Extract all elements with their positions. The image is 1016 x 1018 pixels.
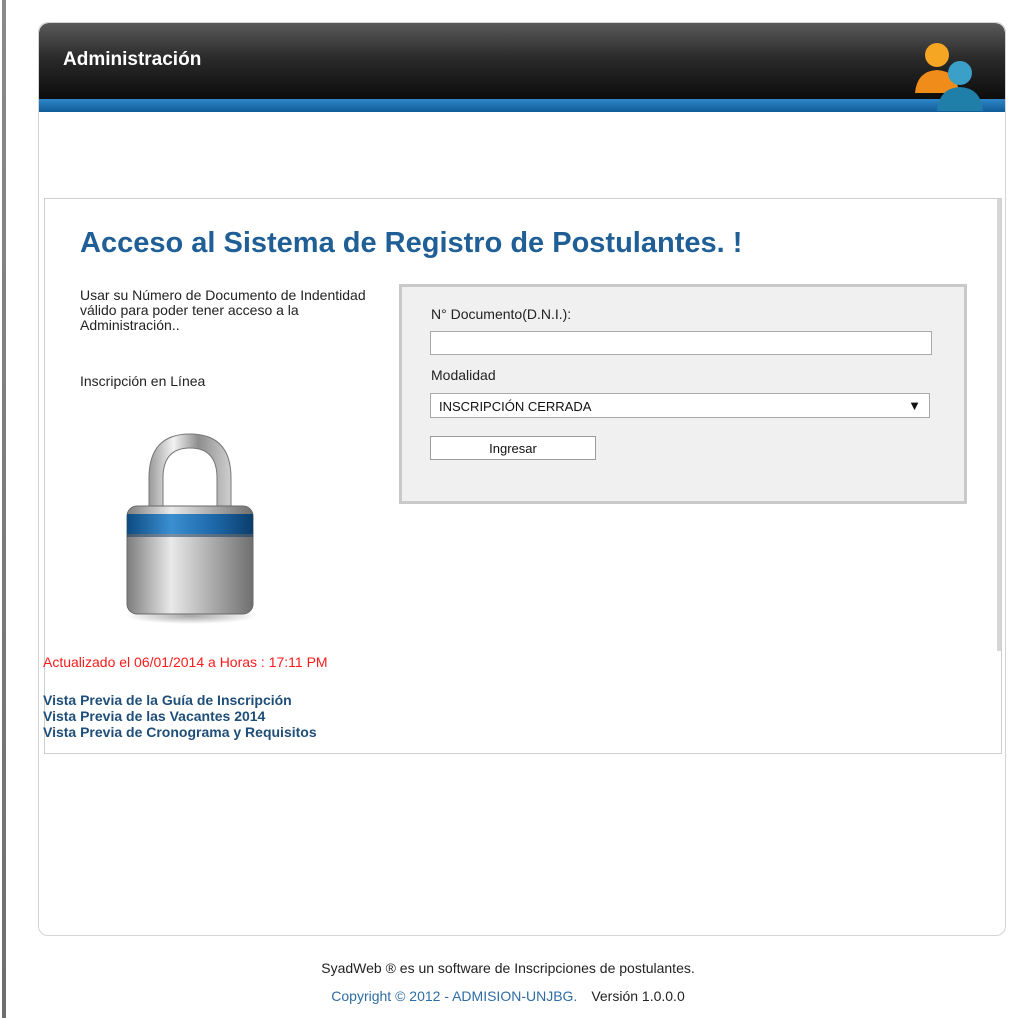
version-text: Versión 1.0.0.0 [591,988,685,1004]
header-accent-stripe [39,99,1005,112]
users-icon [915,43,983,111]
footer-description: SyadWeb ® es un software de Inscripcione… [321,960,695,976]
login-form: N° Documento(D.N.I.): Modalidad INSCRIPC… [399,284,967,504]
copyright-text: Copyright © 2012 - ADMISION-UNJBG. [331,988,578,1004]
link-registration-guide[interactable]: Vista Previa de la Guía de Inscripción [43,692,317,708]
ingresar-button[interactable]: Ingresar [430,436,596,460]
scrollbar[interactable] [997,199,1001,651]
page-title: Acceso al Sistema de Registro de Postula… [80,227,743,259]
dni-input[interactable] [430,331,932,355]
panel-title: Administración [63,49,202,70]
link-schedule-requirements[interactable]: Vista Previa de Cronograma y Requisitos [43,724,317,740]
modalidad-select[interactable]: INSCRIPCIÓN CERRADA ▼ [430,393,930,418]
online-registration-label: Inscripción en Línea [80,373,206,389]
dni-label: N° Documento(D.N.I.): [431,306,572,322]
window-left-edge [0,0,8,1018]
instructions-text: Usar su Número de Documento de Indentida… [80,287,366,333]
modalidad-selected-value: INSCRIPCIÓN CERRADA [439,399,592,414]
last-updated-text: Actualizado el 06/01/2014 a Horas : 17:1… [43,654,328,670]
modalidad-label: Modalidad [431,367,496,383]
login-content: Acceso al Sistema de Registro de Postula… [43,198,1002,754]
footer-copyright-line: Copyright © 2012 - ADMISION-UNJBG. Versió… [0,988,1016,1004]
admin-panel: Administración Acceso al Sistema de Regi… [38,22,1006,936]
padlock-icon [125,433,257,624]
preview-links: Vista Previa de la Guía de Inscripción V… [43,692,317,740]
link-vacancies[interactable]: Vista Previa de las Vacantes 2014 [43,708,317,724]
dropdown-arrow-icon: ▼ [908,398,921,413]
